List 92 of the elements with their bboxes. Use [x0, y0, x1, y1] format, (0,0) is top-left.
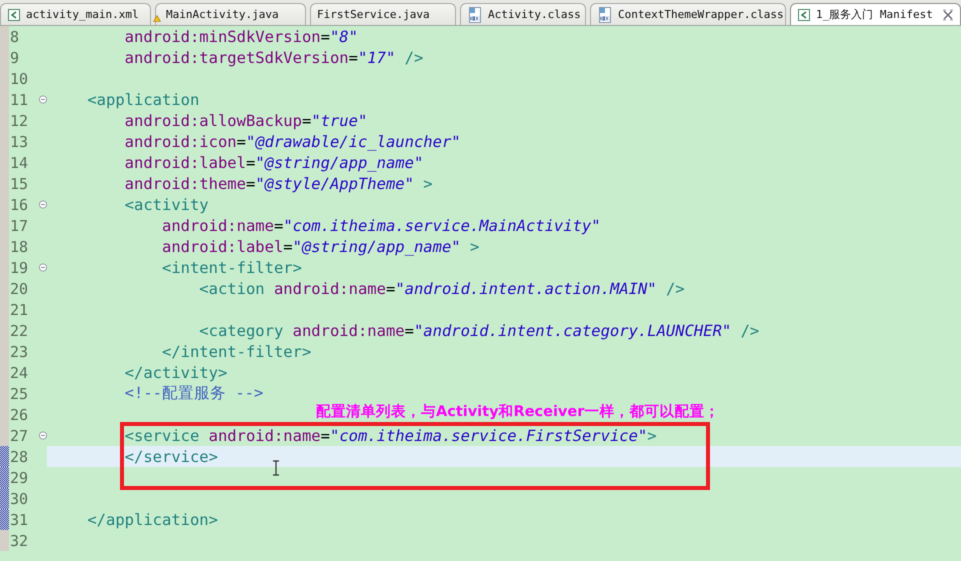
- code-text: =: [320, 28, 330, 46]
- xml-tag: <application: [50, 90, 200, 108]
- code-comment: <!--配置服务 -->: [124, 383, 264, 404]
- line-number: 17: [9, 216, 30, 234]
- attribute-name: android:targetSdkVersion: [124, 48, 349, 66]
- collapse-icon[interactable]: [39, 263, 47, 272]
- attribute-name: android:label: [160, 238, 284, 256]
- attribute-name: android:name: [292, 322, 405, 340]
- xml-tag: <action: [50, 280, 265, 298]
- attribute-value: "com.itheima.service.MainActivity": [283, 216, 601, 234]
- collapse-icon[interactable]: [39, 431, 47, 440]
- attribute-value: "android.intent.action.MAIN": [395, 280, 657, 298]
- editor-tab[interactable]: Activity.class: [460, 3, 586, 25]
- line-number: 9: [9, 48, 20, 66]
- line-number: 23: [9, 342, 30, 360]
- line-number: 32: [9, 532, 30, 550]
- xml-tag: <intent-filter>: [50, 258, 302, 276]
- text-cursor-icon: [272, 460, 280, 476]
- xml-file-icon: [7, 8, 21, 22]
- line-number: 27: [9, 426, 30, 444]
- editor-tab[interactable]: 1_服务入门 Manifest: [790, 3, 961, 25]
- xml-tag: <activity: [50, 196, 209, 214]
- attribute-value: "17": [358, 48, 396, 66]
- attribute-name: android:icon: [124, 132, 237, 150]
- line-number: 10: [9, 70, 30, 88]
- xml-tag: </activity>: [50, 364, 228, 382]
- line-number: 21: [9, 300, 30, 318]
- line-number: 22: [9, 322, 30, 340]
- annotation-text: 配置清单列表，与Activity和Receiver一样，都可以配置；: [316, 402, 720, 421]
- code-text: =: [302, 112, 312, 130]
- code-text: =: [246, 174, 256, 192]
- xml-tag: <category: [50, 322, 284, 340]
- class-file-icon: [597, 6, 613, 22]
- attribute-name: android:theme: [124, 174, 246, 192]
- code-text: =: [348, 48, 358, 66]
- attribute-name: android:name: [160, 216, 274, 234]
- attribute-name: android:name: [208, 426, 321, 444]
- editor-tab[interactable]: activity_main.xml: [0, 3, 151, 25]
- code-text: =: [320, 426, 330, 444]
- line-number: 15: [9, 174, 30, 192]
- code-text: =: [404, 322, 414, 340]
- code-text: =: [246, 154, 256, 172]
- line-number: 26: [9, 406, 30, 424]
- xml-tag: />: [656, 280, 685, 298]
- line-number: 14: [9, 154, 30, 172]
- xml-file-icon: [797, 8, 811, 22]
- attribute-value: "com.itheima.service.FirstService": [330, 426, 648, 444]
- line-number: 20: [9, 280, 30, 298]
- xml-tag: >: [647, 426, 657, 444]
- editor-tab[interactable]: ContextThemeWrapper.class: [590, 3, 786, 25]
- attribute-value: "@style/AppTheme": [255, 174, 414, 192]
- line-number: 29: [9, 468, 30, 486]
- collapse-icon[interactable]: [39, 95, 47, 104]
- attribute-value: "@drawable/ic_launcher": [246, 132, 461, 150]
- line-number: 28: [9, 448, 30, 466]
- line-number: 30: [9, 490, 30, 508]
- attribute-name: android:allowBackup: [124, 112, 302, 130]
- attribute-name: android:label: [124, 154, 246, 172]
- attribute-value: "8": [330, 28, 358, 46]
- line-number: 18: [9, 238, 30, 256]
- line-number: 16: [9, 196, 30, 214]
- attribute-value: "true": [311, 112, 368, 130]
- class-file-icon: [467, 6, 483, 22]
- attribute-name: android:name: [272, 280, 386, 298]
- close-icon[interactable]: [942, 8, 954, 20]
- xml-tag: </application>: [50, 510, 218, 528]
- xml-tag: <service: [50, 426, 200, 444]
- xml-tag: />: [731, 322, 760, 340]
- xml-tag: </intent-filter>: [50, 342, 312, 360]
- xml-tag: />: [395, 48, 424, 66]
- code-text: =: [386, 280, 396, 298]
- attribute-value: "android.intent.category.LAUNCHER": [414, 322, 732, 340]
- xml-tag: >: [414, 174, 433, 192]
- code-text: =: [283, 238, 293, 256]
- editor-tab[interactable]: MainActivity.java: [155, 3, 306, 25]
- xml-tag: </service>: [50, 448, 218, 466]
- xml-tag: >: [460, 238, 480, 256]
- code-text: =: [236, 132, 246, 150]
- line-number: 13: [9, 132, 30, 150]
- line-number: 19: [9, 258, 30, 276]
- collapse-icon[interactable]: [39, 200, 47, 209]
- attribute-name: android:minSdkVersion: [124, 28, 321, 46]
- line-number: 31: [9, 510, 30, 528]
- editor-tab[interactable]: FirstService.java: [310, 3, 456, 25]
- line-number: 11: [9, 90, 30, 108]
- line-number: 8: [9, 28, 20, 46]
- line-number: 25: [9, 384, 30, 402]
- attribute-value: "@string/app_name": [255, 154, 424, 172]
- line-number: 12: [9, 112, 30, 130]
- line-number: 24: [9, 364, 30, 382]
- code-text: =: [274, 216, 284, 234]
- attribute-value: "@string/app_name": [292, 238, 461, 256]
